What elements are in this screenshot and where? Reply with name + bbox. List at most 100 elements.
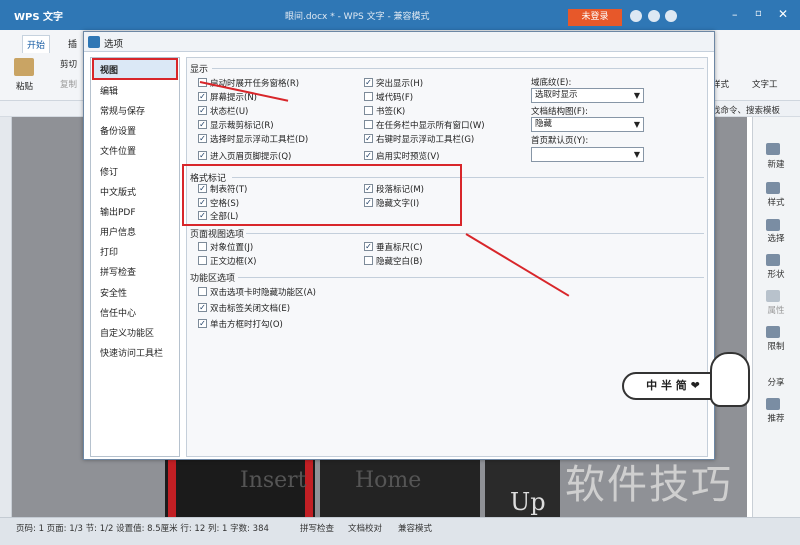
settings-icon[interactable] — [648, 10, 660, 22]
checkbox-label: 书签(K) — [376, 107, 406, 117]
style-icon — [766, 182, 780, 194]
doc-map-label: 文档结构图(F): — [531, 107, 588, 117]
nav-security[interactable]: 安全性 — [100, 286, 127, 299]
dialog-title-bar — [84, 32, 714, 52]
doc-image-text: Up — [510, 488, 546, 516]
minimize-button[interactable]: – — [732, 8, 738, 21]
checkbox[interactable]: ✓ — [364, 78, 373, 87]
checkbox[interactable]: ✓ — [198, 151, 207, 160]
section-ribbon-title: 功能区选项 — [190, 274, 236, 284]
nav-export-pdf[interactable]: 输出PDF — [100, 205, 136, 218]
nav-backup[interactable]: 备份设置 — [100, 124, 136, 137]
nav-revision[interactable]: 修订 — [100, 165, 118, 178]
nav-quick-access[interactable]: 快速访问工具栏 — [100, 346, 163, 359]
status-proofread[interactable]: 文档校对 — [348, 522, 382, 534]
task-recommend[interactable]: 推荐 — [756, 412, 796, 424]
checkbox[interactable] — [198, 256, 207, 265]
checkbox[interactable]: ✓ — [198, 319, 207, 328]
maximize-button[interactable]: ▫ — [755, 8, 762, 19]
checkbox[interactable] — [198, 287, 207, 296]
checkbox[interactable] — [364, 256, 373, 265]
tab-start[interactable]: 开始 — [22, 35, 51, 53]
wps-logo-icon — [88, 36, 100, 48]
task-style[interactable]: 样式 — [756, 196, 796, 208]
skin-icon[interactable] — [630, 10, 642, 22]
nav-custom-ribbon[interactable]: 自定义功能区 — [100, 326, 154, 339]
task-select[interactable]: 选择 — [756, 232, 796, 244]
task-property[interactable]: 属性 — [756, 304, 796, 316]
checkbox-label: 在任务栏中显示所有窗口(W) — [376, 121, 485, 131]
checkbox[interactable] — [364, 120, 373, 129]
checkbox[interactable]: ✓ — [198, 92, 207, 101]
task-shape[interactable]: 形状 — [756, 268, 796, 280]
cut-button[interactable]: 剪切 — [60, 58, 77, 70]
checkbox-label: 垂直标尺(C) — [376, 243, 423, 253]
doc-image-accent — [168, 460, 176, 517]
checkbox[interactable]: ✓ — [364, 134, 373, 143]
dialog-title: 选项 — [104, 39, 124, 50]
checkbox[interactable] — [364, 106, 373, 115]
select-icon — [766, 219, 780, 231]
vertical-ruler — [0, 117, 12, 517]
restrict-icon — [766, 326, 780, 338]
section-display-title: 显示 — [190, 65, 209, 75]
task-restrict[interactable]: 限制 — [756, 340, 796, 352]
checkbox[interactable]: ✓ — [198, 134, 207, 143]
new-icon — [766, 143, 780, 155]
checkbox-label: 右键时显示浮动工具栏(G) — [376, 135, 475, 145]
checkbox[interactable]: ✓ — [364, 242, 373, 251]
chevron-down-icon: ▼ — [633, 150, 640, 159]
status-spell-check[interactable]: 拼写检查 — [300, 522, 334, 534]
nav-general-save[interactable]: 常规与保存 — [100, 104, 145, 117]
paste-button[interactable]: 粘贴 — [16, 80, 33, 92]
watermark-text: 软件技巧 — [565, 462, 733, 508]
nav-print[interactable]: 打印 — [100, 245, 118, 258]
task-pane — [752, 117, 800, 517]
close-button[interactable]: ✕ — [778, 7, 788, 21]
nav-file-location[interactable]: 文件位置 — [100, 144, 136, 157]
checkbox[interactable]: ✓ — [198, 106, 207, 115]
copy-button[interactable]: 复制 — [60, 78, 77, 90]
doc-map-select[interactable]: 隐藏 ▼ — [531, 117, 644, 132]
checkbox[interactable] — [198, 242, 207, 251]
field-shading-label: 域底纹(E): — [531, 78, 572, 88]
checkbox-label: 域代码(F) — [376, 93, 414, 103]
first-page-select[interactable]: ▼ — [531, 147, 644, 162]
nav-spell-check[interactable]: 拼写检查 — [100, 265, 136, 278]
app-menu-button[interactable]: WPS 文字 — [14, 8, 63, 23]
section-divider — [212, 68, 704, 69]
checkbox[interactable] — [364, 92, 373, 101]
checkbox-label: 双击选项卡时隐藏功能区(A) — [210, 288, 316, 298]
status-info: 页码: 1 页面: 1/3 节: 1/2 设置值: 8.5厘米 行: 12 列:… — [16, 524, 269, 534]
chevron-down-icon: ▼ — [633, 91, 640, 100]
checkbox-label: 进入页眉页脚提示(Q) — [210, 152, 292, 162]
login-button[interactable]: 未登录 — [568, 9, 622, 26]
paste-icon[interactable] — [14, 58, 34, 76]
nav-view[interactable]: 视图 — [100, 63, 118, 76]
tab-insert[interactable]: 插 — [68, 37, 77, 50]
document-title: 眼间.docx * - WPS 文字 - 兼容模式 — [285, 12, 430, 22]
status-mode: 兼容模式 — [398, 524, 433, 534]
select-value: 隐藏 — [535, 119, 553, 129]
checkbox-label: 单击方框时打勾(O) — [210, 320, 283, 330]
nav-edit[interactable]: 编辑 — [100, 84, 118, 97]
search-command-input[interactable]: 找命令、搜索模板 — [712, 104, 780, 116]
nav-trust-center[interactable]: 信任中心 — [100, 306, 136, 319]
doc-image-text: Home — [355, 468, 422, 493]
nav-user-info[interactable]: 用户信息 — [100, 225, 136, 238]
checkbox-label: 突出显示(H) — [376, 79, 424, 89]
checkbox[interactable]: ✓ — [198, 120, 207, 129]
checkbox-label: 隐藏空白(B) — [376, 257, 423, 267]
cat-illustration — [710, 352, 750, 407]
checkbox[interactable]: ✓ — [364, 151, 373, 160]
checkbox[interactable]: ✓ — [198, 303, 207, 312]
nav-chinese-layout[interactable]: 中文版式 — [100, 185, 136, 198]
checkbox-label: 双击标签关闭文档(E) — [210, 304, 291, 314]
recommend-icon — [766, 398, 780, 410]
field-shading-select[interactable]: 选取时显示 ▼ — [531, 88, 644, 103]
task-new[interactable]: 新建 — [756, 158, 796, 170]
first-page-label: 首页默认页(Y): — [531, 136, 589, 146]
help-icon[interactable] — [665, 10, 677, 22]
text-tool-button[interactable]: 文字工 — [752, 78, 778, 90]
task-share[interactable]: 分享 — [756, 376, 796, 388]
